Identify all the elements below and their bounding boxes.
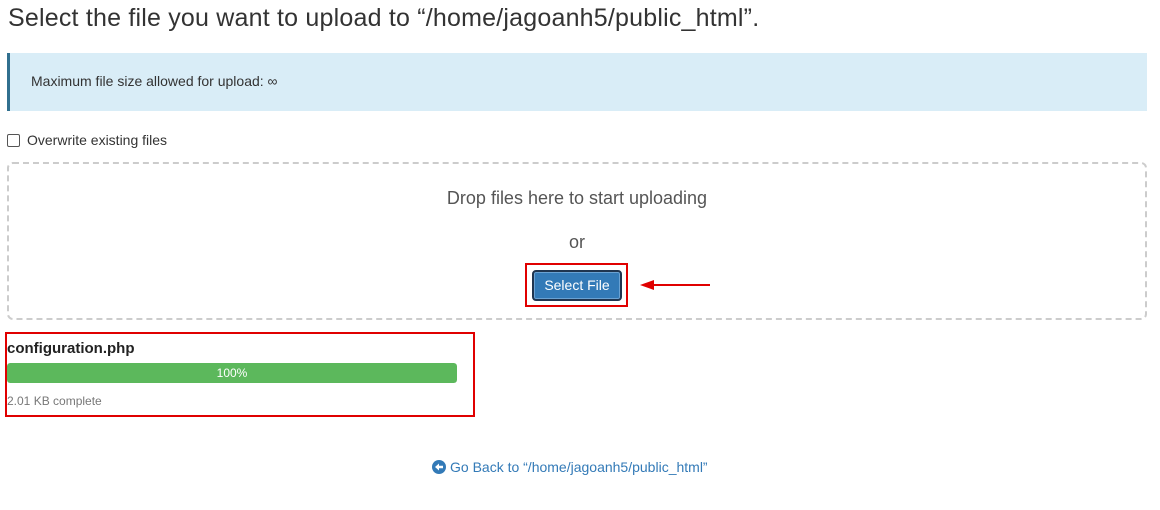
pointer-arrow-icon — [640, 280, 710, 290]
max-file-size-text: Maximum file size allowed for upload: ∞ — [31, 73, 278, 89]
page-title: Select the file you want to upload to “/… — [8, 4, 760, 32]
overwrite-option[interactable]: Overwrite existing files — [7, 130, 167, 150]
arrow-circle-left-icon — [432, 460, 446, 474]
upload-page: Select the file you want to upload to “/… — [0, 0, 1160, 510]
overwrite-label: Overwrite existing files — [27, 132, 168, 148]
drop-files-text: Drop files here to start uploading — [446, 188, 708, 208]
upload-progress-fill: 100% — [7, 363, 457, 383]
upload-status-text: 2.01 KB complete — [7, 394, 102, 408]
uploaded-file-name: configuration.php — [7, 340, 135, 357]
info-alert: Maximum file size allowed for upload: ∞ — [7, 53, 1147, 111]
select-file-button[interactable]: Select File — [532, 270, 622, 301]
upload-progress-bar: 100% — [7, 363, 457, 383]
go-back-label: Go Back to “/home/jagoanh5/public_html” — [450, 459, 708, 475]
or-text: or — [568, 232, 585, 252]
go-back-link[interactable]: Go Back to “/home/jagoanh5/public_html” — [432, 459, 708, 475]
overwrite-checkbox[interactable] — [7, 133, 20, 147]
